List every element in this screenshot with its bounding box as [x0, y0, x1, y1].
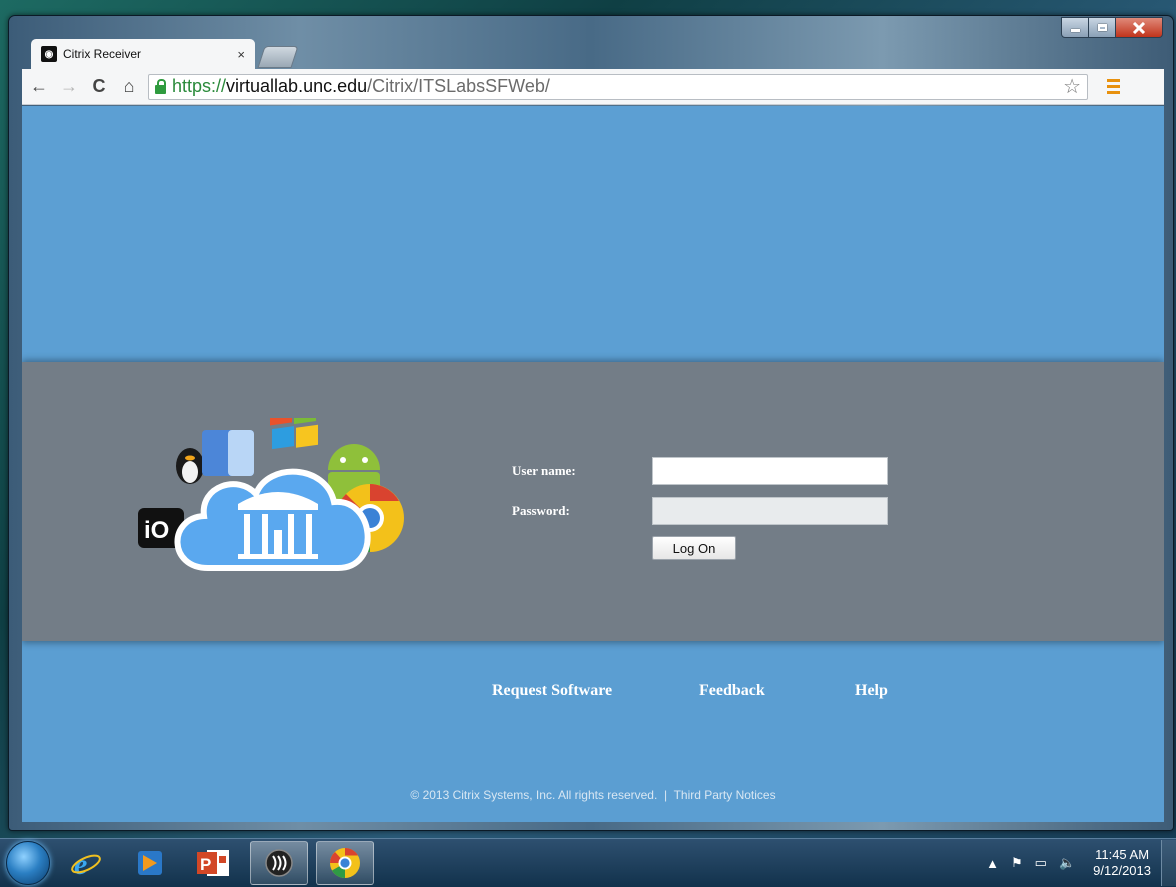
taskbar-internet-explorer[interactable]: e	[58, 842, 114, 884]
username-row: User name:	[512, 456, 888, 486]
ios-icon-text: iO	[144, 517, 169, 544]
minimize-icon	[1070, 29, 1080, 32]
citrix-receiver-icon	[265, 849, 293, 877]
bookmark-star-icon[interactable]: ☆	[1063, 74, 1081, 99]
network-icon[interactable]: ▭	[1035, 855, 1047, 871]
help-link[interactable]: Help	[855, 682, 888, 700]
taskbar-citrix-receiver[interactable]	[250, 841, 308, 885]
browser-toolbar: ← → C ⌂ https://virtuallab.unc.edu/Citri…	[22, 69, 1164, 105]
page-content: iO User name: Password: Log On Request S…	[22, 106, 1164, 822]
home-button[interactable]: ⌂	[116, 74, 142, 100]
new-tab-button[interactable]	[257, 46, 299, 68]
maximize-icon	[1097, 24, 1107, 31]
password-input[interactable]	[652, 497, 888, 525]
powerpoint-icon: P	[197, 850, 229, 876]
volume-icon[interactable]: 🔈	[1059, 855, 1075, 871]
username-input[interactable]	[652, 457, 888, 485]
reload-icon: C	[92, 76, 106, 96]
log-on-button[interactable]: Log On	[652, 536, 736, 560]
taskbar-clock[interactable]: 11:45 AM 9/12/2013	[1093, 847, 1151, 879]
password-row: Password:	[512, 496, 888, 526]
maximize-button[interactable]	[1089, 17, 1116, 38]
url-host: virtuallab.unc.edu	[226, 76, 368, 96]
chrome-icon	[330, 848, 360, 878]
start-button[interactable]	[6, 841, 50, 885]
media-player-icon	[138, 851, 162, 875]
internet-explorer-icon: e	[71, 848, 101, 879]
back-arrow-icon: ←	[30, 76, 48, 96]
minimize-button[interactable]	[1061, 17, 1089, 38]
citrix-receiver-icon: ◉	[41, 46, 57, 62]
menu-bar-icon	[1106, 91, 1120, 94]
browser-tab[interactable]: ◉ Citrix Receiver ×	[31, 39, 255, 69]
window-controls	[1061, 17, 1163, 38]
tab-close-icon[interactable]: ×	[237, 47, 245, 62]
username-label: User name:	[512, 463, 576, 478]
menu-bar-icon	[1106, 79, 1120, 82]
svg-text:P: P	[200, 855, 211, 874]
forward-button[interactable]: →	[56, 74, 82, 100]
close-window-button[interactable]	[1116, 17, 1163, 38]
action-center-flag-icon[interactable]: ⚑	[1011, 855, 1023, 871]
forward-arrow-icon: →	[60, 76, 78, 96]
android-icon	[328, 444, 380, 470]
taskbar-powerpoint[interactable]: P	[186, 842, 242, 884]
copyright-text: © 2013 Citrix Systems, Inc. All rights r…	[410, 788, 658, 802]
windows-taskbar: e P ▲ ⚑ ▭ �	[0, 838, 1176, 887]
menu-bar-icon	[1106, 85, 1120, 88]
show-desktop-button[interactable]	[1161, 840, 1176, 886]
taskbar-chrome[interactable]	[316, 841, 374, 885]
password-label: Password:	[512, 503, 570, 518]
windows-icon	[270, 418, 292, 426]
close-icon	[1132, 21, 1146, 34]
address-bar[interactable]: https://virtuallab.unc.edu/Citrix/ITSLab…	[148, 73, 1088, 100]
taskbar-media-player[interactable]	[122, 842, 178, 884]
copyright-line: © 2013 Citrix Systems, Inc. All rights r…	[22, 788, 1164, 802]
feedback-link[interactable]: Feedback	[699, 682, 765, 700]
login-band: iO User name: Password: Log On	[22, 362, 1164, 641]
third-party-notices-link[interactable]: Third Party Notices	[674, 788, 776, 802]
hero-banner	[22, 106, 1164, 362]
back-button[interactable]: ←	[26, 74, 52, 100]
clock-date: 9/12/2013	[1093, 863, 1151, 878]
url-scheme: https://	[172, 76, 227, 96]
tab-title: Citrix Receiver	[63, 47, 142, 61]
virtual-lab-cloud-logo: iO	[138, 418, 404, 571]
clock-time: 11:45 AM	[1095, 847, 1150, 862]
home-icon: ⌂	[123, 76, 135, 96]
reload-button[interactable]: C	[86, 74, 112, 100]
copyright-separator: |	[664, 788, 668, 802]
url-path: /Citrix/ITSLabsSFWeb/	[367, 76, 550, 96]
browser-menu-button[interactable]	[1098, 79, 1128, 94]
login-form: User name: Password: Log On	[512, 456, 888, 560]
lock-icon	[155, 78, 166, 94]
show-hidden-icons-icon[interactable]: ▲	[986, 856, 999, 871]
system-tray: ▲ ⚑ ▭ 🔈 11:45 AM 9/12/2013	[986, 840, 1176, 886]
request-software-link[interactable]: Request Software	[492, 682, 612, 700]
